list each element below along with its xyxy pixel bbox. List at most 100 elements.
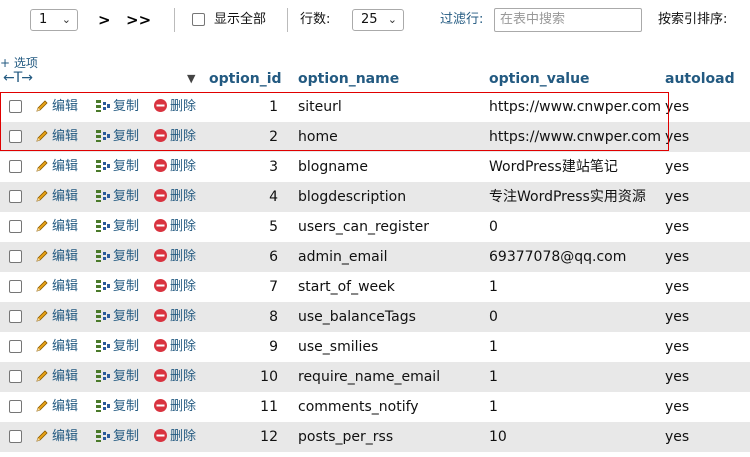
table-row[interactable]: 编辑 复制 删除 6 admin_email 69377078@qq.com yes — [0, 242, 750, 272]
column-header-option-name[interactable]: option_name — [298, 71, 399, 87]
edit-label: 编辑 — [52, 279, 79, 294]
edit-link[interactable]: 编辑 — [35, 308, 78, 326]
table-row[interactable]: 编辑 复制 删除 5 users_can_register 0 yes — [0, 212, 750, 242]
copy-link[interactable]: 复制 — [95, 308, 139, 326]
copy-icon — [95, 399, 113, 414]
delete-link[interactable]: 删除 — [153, 398, 196, 416]
delete-link[interactable]: 删除 — [153, 338, 196, 356]
delete-icon — [153, 279, 170, 294]
copy-link[interactable]: 复制 — [95, 218, 139, 236]
edit-link[interactable]: 编辑 — [35, 188, 78, 206]
delete-label: 删除 — [170, 339, 197, 354]
table-row[interactable]: 编辑 复制 删除 2 home https://www.cnwper.com yes — [0, 122, 750, 152]
copy-link[interactable]: 复制 — [95, 428, 139, 446]
column-header-option-value[interactable]: option_value — [489, 71, 590, 87]
row-select-checkbox[interactable] — [9, 100, 22, 113]
copy-link[interactable]: 复制 — [95, 398, 139, 416]
edit-link[interactable]: 编辑 — [35, 338, 78, 356]
copy-link[interactable]: 复制 — [95, 368, 139, 386]
delete-link[interactable]: 删除 — [153, 98, 196, 116]
row-select-checkbox[interactable] — [9, 130, 22, 143]
delete-label: 删除 — [170, 219, 197, 234]
copy-label: 复制 — [113, 99, 140, 114]
show-all-checkbox[interactable] — [192, 9, 205, 31]
option-id-cell: 4 — [269, 189, 278, 205]
table-row[interactable]: 编辑 复制 删除 12 posts_per_rss 10 yes — [0, 422, 750, 452]
autoload-cell: yes — [665, 429, 690, 445]
option-value-cell: 1 — [489, 369, 498, 385]
copy-link[interactable]: 复制 — [95, 248, 139, 266]
table-row[interactable]: 编辑 复制 删除 3 blogname WordPress建站笔记 yes — [0, 152, 750, 182]
row-select-checkbox[interactable] — [9, 400, 22, 413]
delete-link[interactable]: 删除 — [153, 428, 196, 446]
sort-direction-icon[interactable]: ▼ — [187, 72, 195, 85]
row-select-checkbox[interactable] — [9, 250, 22, 263]
delete-icon — [153, 189, 170, 204]
option-id-cell: 3 — [269, 159, 278, 175]
edit-link[interactable]: 编辑 — [35, 398, 78, 416]
option-id-cell: 12 — [260, 429, 278, 445]
pencil-icon — [35, 99, 52, 114]
copy-link[interactable]: 复制 — [95, 338, 139, 356]
rows-per-page-select[interactable]: 25 ⌄ — [352, 9, 404, 31]
copy-icon — [95, 189, 113, 204]
delete-link[interactable]: 删除 — [153, 248, 196, 266]
edit-link[interactable]: 编辑 — [35, 368, 78, 386]
delete-link[interactable]: 删除 — [153, 278, 196, 296]
chevron-down-icon: ⌄ — [61, 13, 71, 26]
option-value-cell: WordPress建站笔记 — [489, 159, 618, 175]
row-select-checkbox[interactable] — [9, 220, 22, 233]
row-select-checkbox[interactable] — [9, 190, 22, 203]
page-select[interactable]: 1 ⌄ — [30, 9, 78, 31]
column-header-option-id[interactable]: option_id — [209, 71, 282, 87]
delete-link[interactable]: 删除 — [153, 368, 196, 386]
delete-link[interactable]: 删除 — [153, 128, 196, 146]
delete-link[interactable]: 删除 — [153, 308, 196, 326]
row-select-checkbox[interactable] — [9, 310, 22, 323]
edit-link[interactable]: 编辑 — [35, 428, 78, 446]
delete-link[interactable]: 删除 — [153, 218, 196, 236]
copy-link[interactable]: 复制 — [95, 278, 139, 296]
edit-link[interactable]: 编辑 — [35, 98, 78, 116]
table-row[interactable]: 编辑 复制 删除 9 use_smilies 1 yes — [0, 332, 750, 362]
option-name-cell: comments_notify — [298, 399, 419, 415]
edit-link[interactable]: 编辑 — [35, 218, 78, 236]
edit-link[interactable]: 编辑 — [35, 278, 78, 296]
copy-link[interactable]: 复制 — [95, 188, 139, 206]
row-select-checkbox[interactable] — [9, 370, 22, 383]
last-page-button[interactable]: >> — [126, 9, 151, 31]
table-row[interactable]: 编辑 复制 删除 7 start_of_week 1 yes — [0, 272, 750, 302]
table-row[interactable]: 编辑 复制 删除 11 comments_notify 1 yes — [0, 392, 750, 422]
table-row[interactable]: 编辑 复制 删除 8 use_balanceTags 0 yes — [0, 302, 750, 332]
option-value-cell: 10 — [489, 429, 507, 445]
column-header-autoload[interactable]: autoload — [665, 71, 735, 87]
row-select-checkbox[interactable] — [9, 160, 22, 173]
next-page-button[interactable]: > — [98, 9, 111, 31]
divider — [174, 8, 175, 32]
edit-link[interactable]: 编辑 — [35, 128, 78, 146]
checkbox[interactable] — [192, 13, 205, 26]
row-select-checkbox[interactable] — [9, 430, 22, 443]
copy-label: 复制 — [113, 309, 140, 324]
copy-label: 复制 — [113, 129, 140, 144]
delete-icon — [153, 399, 170, 414]
row-select-checkbox[interactable] — [9, 280, 22, 293]
delete-link[interactable]: 删除 — [153, 188, 196, 206]
table-row[interactable]: 编辑 复制 删除 1 siteurl https://www.cnwper.com yes — [0, 92, 750, 122]
table-row[interactable]: 编辑 复制 删除 10 require_name_email 1 yes — [0, 362, 750, 392]
row-select-checkbox[interactable] — [9, 340, 22, 353]
table-row[interactable]: 编辑 复制 删除 4 blogdescription 专注WordPress实用资源 yes — [0, 182, 750, 212]
delete-label: 删除 — [170, 429, 197, 444]
edit-link[interactable]: 编辑 — [35, 158, 78, 176]
filter-rows-input[interactable]: 在表中搜索 — [494, 8, 642, 32]
delete-link[interactable]: 删除 — [153, 158, 196, 176]
delete-icon — [153, 219, 170, 234]
option-value-cell: https://www.cnwper.com — [489, 129, 662, 145]
copy-link[interactable]: 复制 — [95, 128, 139, 146]
options-toggle-link[interactable]: + 选项 — [0, 54, 38, 71]
copy-link[interactable]: 复制 — [95, 98, 139, 116]
option-value-cell: 0 — [489, 219, 498, 235]
edit-label: 编辑 — [52, 339, 79, 354]
edit-link[interactable]: 编辑 — [35, 248, 78, 266]
copy-link[interactable]: 复制 — [95, 158, 139, 176]
